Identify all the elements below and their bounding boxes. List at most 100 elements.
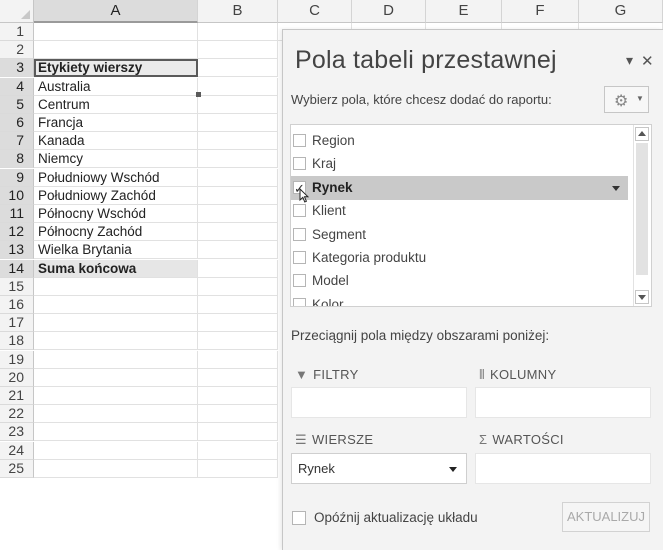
row-header-1[interactable]: 1 [0,23,34,41]
column-header-d[interactable]: D [352,0,426,23]
field-item-kategoria-produktu[interactable]: Kategoria produktu [291,246,628,270]
column-header-a[interactable]: A [34,0,198,23]
cell-b21[interactable] [198,387,278,405]
pivot-row-item[interactable]: Kanada [34,132,198,150]
cell-b15[interactable] [198,278,278,296]
update-button[interactable]: AKTUALIZUJ [562,502,650,532]
row-header-11[interactable]: 11 [0,205,34,223]
pivot-row-item[interactable]: Francja [34,114,198,132]
cell-a22[interactable] [34,405,198,423]
pivot-row-item[interactable]: Północny Zachód [34,223,198,241]
cell-b7[interactable] [198,132,278,150]
cell-b17[interactable] [198,314,278,332]
field-list[interactable]: Region Kraj Rynek Klient Segment Kategoria pr… [290,124,652,307]
row-header-13[interactable]: 13 [0,241,34,259]
field-checkbox[interactable] [293,227,306,241]
scroll-up-button[interactable] [635,127,649,141]
field-item-model[interactable]: Model [291,269,628,293]
cell-b11[interactable] [198,205,278,223]
field-checkbox[interactable] [293,297,306,306]
field-list-scrollbar[interactable] [633,125,651,306]
tools-button[interactable]: ⚙ ▼ [604,86,649,113]
row-header-22[interactable]: 22 [0,405,34,423]
cell-b5[interactable] [198,96,278,114]
rows-drop-area[interactable]: Rynek [291,453,467,484]
field-checkbox[interactable] [293,274,306,288]
pivot-row-item[interactable]: Australia [34,78,198,96]
row-header-16[interactable]: 16 [0,296,34,314]
row-header-25[interactable]: 25 [0,460,34,478]
column-header-e[interactable]: E [426,0,502,23]
cell-b25[interactable] [198,460,278,478]
pivot-row-item[interactable]: Południowy Zachód [34,187,198,205]
field-checkbox[interactable] [293,204,306,218]
columns-drop-area[interactable] [475,387,651,418]
pivot-row-item[interactable]: Niemcy [34,150,198,168]
field-checkbox[interactable] [293,251,306,264]
cell-a16[interactable] [34,296,198,314]
cell-b3[interactable] [198,59,278,77]
row-header-5[interactable]: 5 [0,96,34,114]
field-item-region[interactable]: Region [291,129,628,153]
row-header-17[interactable]: 17 [0,314,34,332]
cell-a17[interactable] [34,314,198,332]
row-header-19[interactable]: 19 [0,351,34,369]
chevron-down-icon[interactable] [449,467,457,472]
field-item-kraj[interactable]: Kraj [291,152,628,176]
column-header-c[interactable]: C [278,0,352,23]
row-header-15[interactable]: 15 [0,278,34,296]
scroll-thumb[interactable] [636,143,648,275]
row-header-4[interactable]: 4 [0,78,34,96]
cell-a20[interactable] [34,369,198,387]
filters-drop-area[interactable] [291,387,467,418]
cell-b19[interactable] [198,351,278,369]
cell-a25[interactable] [34,460,198,478]
select-all-corner[interactable] [0,0,34,23]
cell-b4[interactable] [198,78,278,96]
row-header-2[interactable]: 2 [0,41,34,59]
pane-menu-dropdown-icon[interactable]: ▾ [626,52,633,69]
cell-b8[interactable] [198,150,278,168]
cell-b12[interactable] [198,223,278,241]
pivot-row-item[interactable]: Północny Wschód [34,205,198,223]
pivot-row-item[interactable]: Wielka Brytania [34,241,198,259]
row-header-24[interactable]: 24 [0,442,34,460]
field-checkbox[interactable] [293,157,306,171]
cell-a24[interactable] [34,442,198,460]
cell-a21[interactable] [34,387,198,405]
field-item-kolor[interactable]: Kolor [291,293,628,306]
cell-b10[interactable] [198,187,278,205]
row-header-3[interactable]: 3 [0,59,34,77]
cell-b13[interactable] [198,241,278,259]
scroll-down-button[interactable] [635,290,649,304]
row-header-20[interactable]: 20 [0,369,34,387]
cell-b6[interactable] [198,114,278,132]
cell-b1[interactable] [198,23,278,41]
row-header-6[interactable]: 6 [0,114,34,132]
cell-b23[interactable] [198,423,278,441]
cell-a15[interactable] [34,278,198,296]
column-header-b[interactable]: B [198,0,278,23]
row-header-12[interactable]: 12 [0,223,34,241]
cell-a19[interactable] [34,351,198,369]
field-item-segment[interactable]: Segment [291,223,628,247]
cell-b18[interactable] [198,332,278,350]
chevron-down-icon[interactable] [612,185,620,191]
cell-b24[interactable] [198,442,278,460]
pivot-grand-total[interactable]: Suma końcowa [34,260,198,278]
fill-handle[interactable] [196,92,201,97]
defer-update-checkbox[interactable] [292,511,306,525]
row-header-23[interactable]: 23 [0,423,34,441]
cell-b14[interactable] [198,260,278,278]
rows-area-item-rynek[interactable]: Rynek [298,461,335,476]
cell-b22[interactable] [198,405,278,423]
field-item-klient[interactable]: Klient [291,199,628,223]
cell-b16[interactable] [198,296,278,314]
row-header-21[interactable]: 21 [0,387,34,405]
row-header-18[interactable]: 18 [0,332,34,350]
cell-a1[interactable] [34,23,198,41]
cell-b9[interactable] [198,169,278,187]
row-header-9[interactable]: 9 [0,169,34,187]
pivot-row-labels-header[interactable]: Etykiety wierszy [34,59,198,77]
pivot-row-item[interactable]: Centrum [34,96,198,114]
